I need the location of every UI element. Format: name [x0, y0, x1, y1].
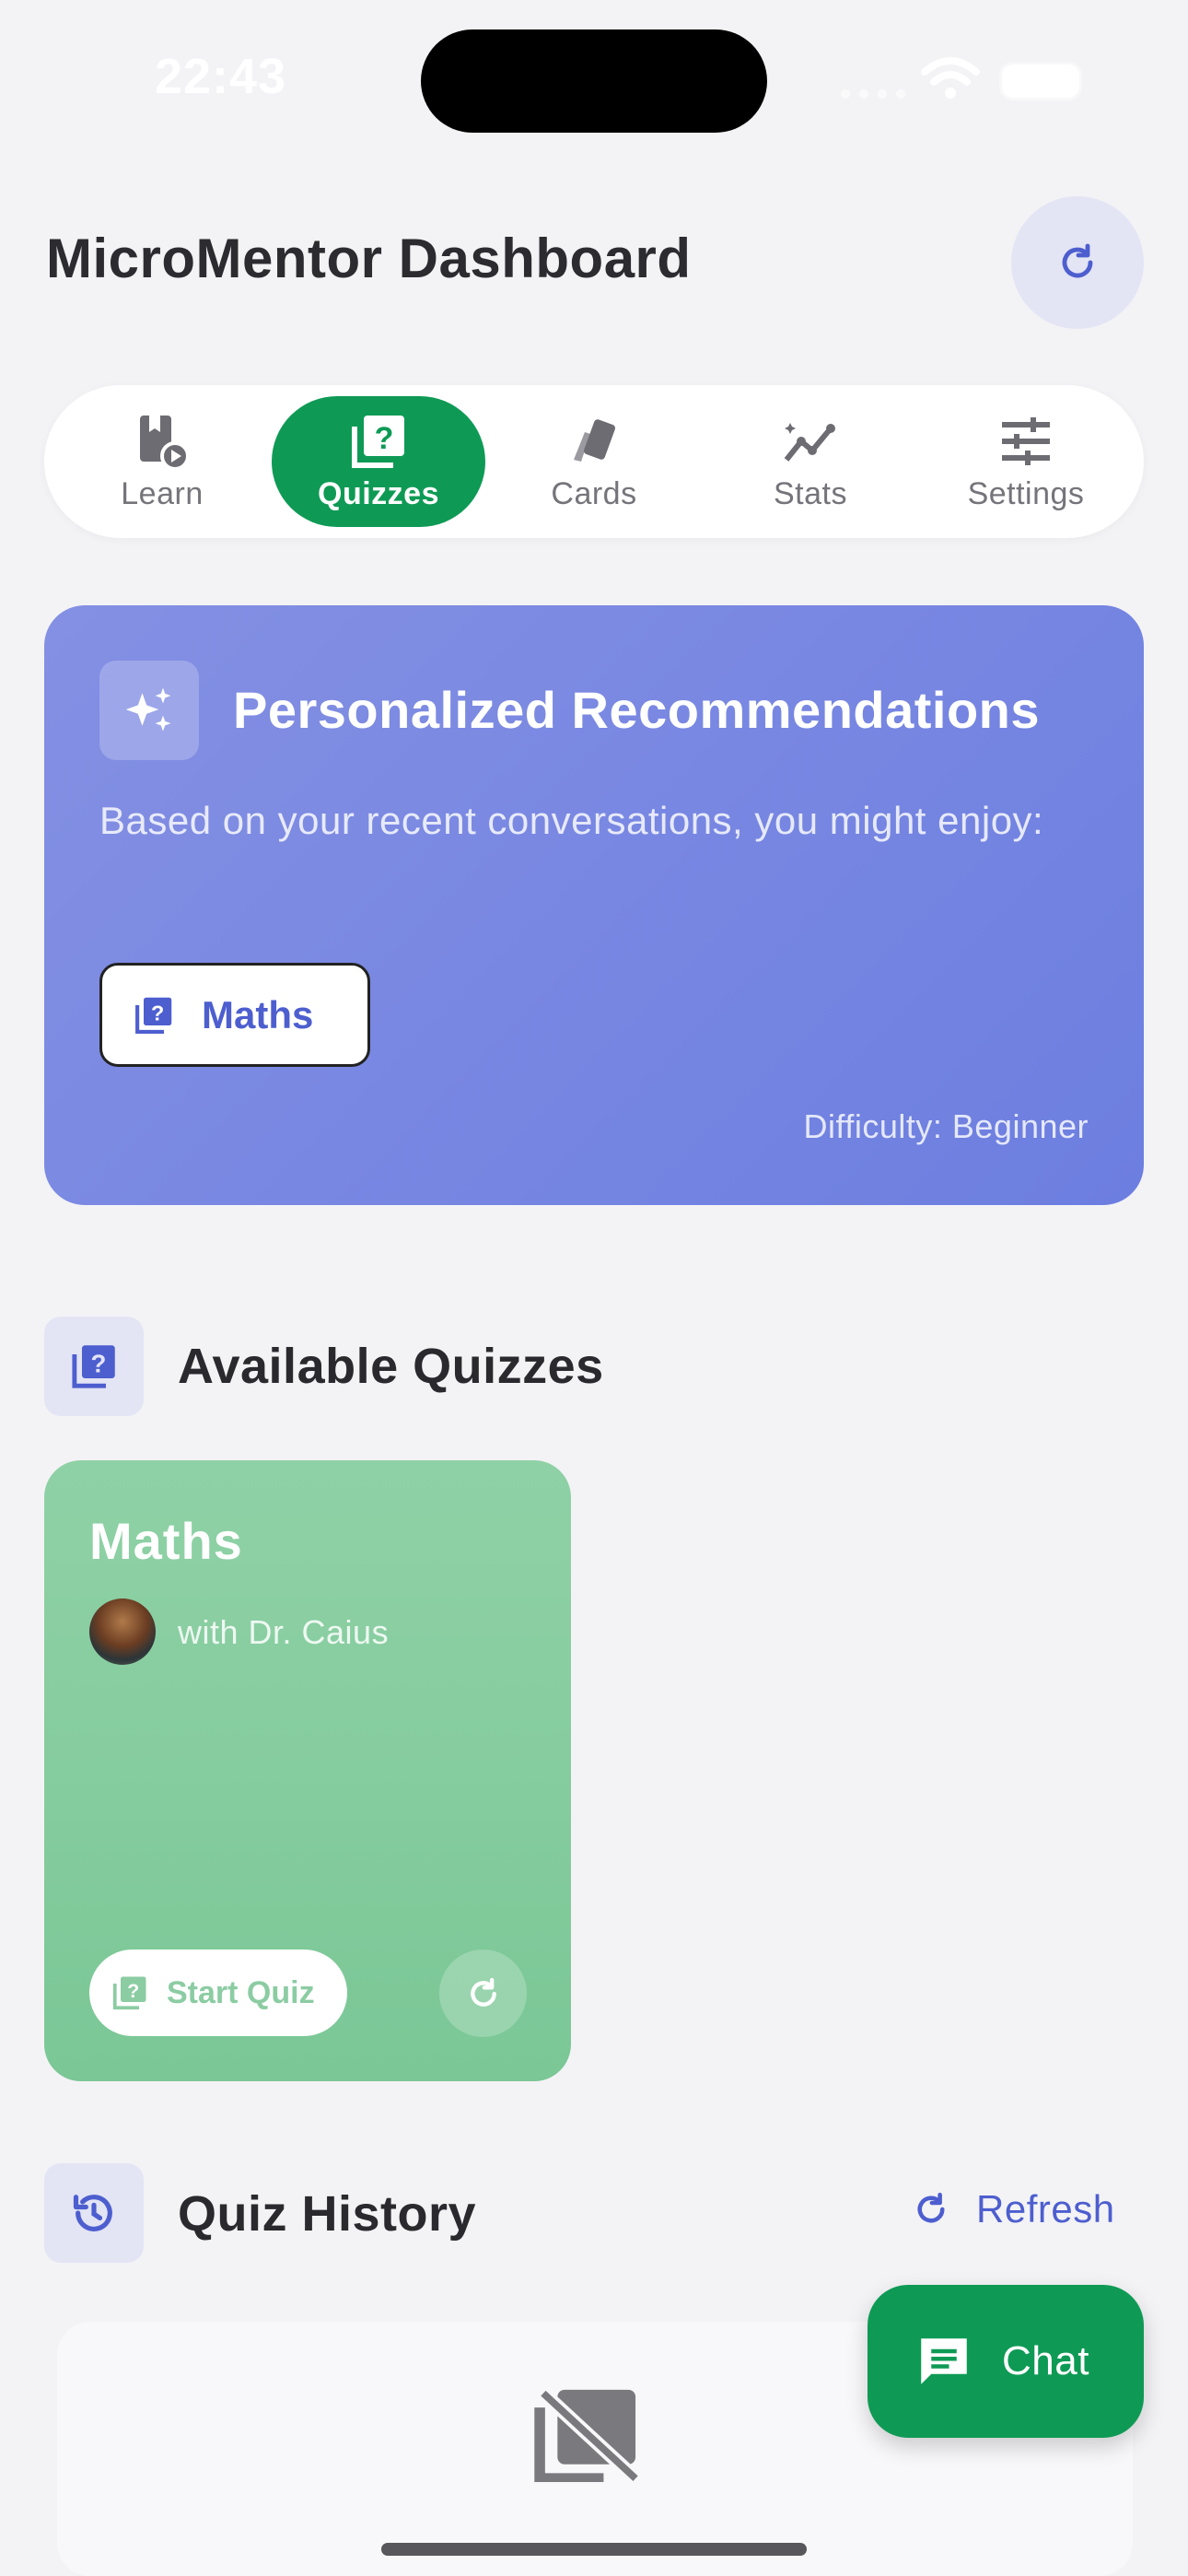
- tab-label: Cards: [551, 475, 637, 511]
- chat-icon: [921, 2338, 967, 2384]
- available-quizzes-title: Available Quizzes: [178, 1339, 604, 1394]
- tab-label: Quizzes: [318, 475, 439, 511]
- tab-bar: Learn ? Quizzes Cards Stats Settings: [44, 385, 1144, 538]
- start-quiz-button[interactable]: ? Start Quiz: [89, 1950, 347, 2036]
- quiz-icon: ?: [352, 415, 404, 468]
- svg-text:?: ?: [90, 1350, 106, 1378]
- book-video-icon: [140, 415, 190, 471]
- quiz-icon: ?: [72, 1345, 115, 1388]
- cards-icon: [574, 418, 615, 462]
- recommended-quiz-button[interactable]: ? Maths: [99, 963, 370, 1067]
- recommended-quiz-label: Maths: [202, 992, 314, 1036]
- recommendations-title: Personalized Recommendations: [233, 681, 1041, 739]
- header-refresh-button[interactable]: [1011, 196, 1144, 329]
- svg-text:?: ?: [151, 1001, 164, 1025]
- tab-settings[interactable]: Settings: [919, 396, 1133, 527]
- sparkle-icon-badge: [99, 661, 199, 760]
- wifi-icon: [921, 57, 980, 99]
- chat-button[interactable]: Chat: [868, 2285, 1144, 2438]
- sparkle-icon: [125, 687, 171, 732]
- tab-label: Learn: [121, 475, 204, 511]
- refresh-icon: [917, 2192, 945, 2223]
- tab-quizzes[interactable]: ? Quizzes: [272, 396, 485, 527]
- battery-icon: [1002, 64, 1079, 98]
- quiz-history-icon-badge: [44, 2163, 144, 2263]
- history-refresh-label: Refresh: [976, 2187, 1115, 2231]
- chart-line-icon: [784, 422, 835, 462]
- available-quizzes-icon-badge: ?: [44, 1317, 144, 1416]
- tab-cards[interactable]: Cards: [487, 396, 701, 527]
- quiz-card-mentor: with Dr. Caius: [178, 1613, 390, 1651]
- refresh-icon: [1062, 243, 1093, 278]
- quiz-off-icon: [534, 2388, 641, 2482]
- quiz-card-title: Maths: [89, 1512, 243, 1570]
- tab-label: Settings: [967, 475, 1085, 511]
- tab-label: Stats: [774, 475, 847, 511]
- chat-label: Chat: [1002, 2338, 1089, 2383]
- mentor-avatar: [89, 1598, 156, 1665]
- page-title: MicroMentor Dashboard: [46, 228, 692, 289]
- home-indicator[interactable]: [381, 2543, 807, 2556]
- status-time: 22:43: [155, 49, 287, 104]
- history-icon: [73, 2195, 112, 2231]
- quiz-history-title: Quiz History: [178, 2186, 477, 2242]
- tab-stats[interactable]: Stats: [704, 396, 917, 527]
- sliders-icon: [1002, 416, 1050, 465]
- dynamic-island: [421, 29, 767, 133]
- refresh-icon: [470, 1977, 496, 2007]
- history-refresh-button[interactable]: Refresh: [912, 2187, 1115, 2231]
- svg-text:?: ?: [127, 1980, 139, 2002]
- quiz-card-refresh-button[interactable]: [439, 1950, 527, 2037]
- svg-text:?: ?: [375, 421, 394, 456]
- cellular-signal-icon: [841, 89, 905, 99]
- quiz-icon: ?: [135, 997, 172, 1034]
- tab-learn[interactable]: Learn: [55, 396, 269, 527]
- recommendations-subtitle: Based on your recent conversations, you …: [99, 799, 1044, 842]
- quiz-icon: ?: [112, 1976, 146, 2010]
- difficulty-label: Difficulty: Beginner: [803, 1107, 1089, 1145]
- start-quiz-label: Start Quiz: [167, 1974, 315, 2010]
